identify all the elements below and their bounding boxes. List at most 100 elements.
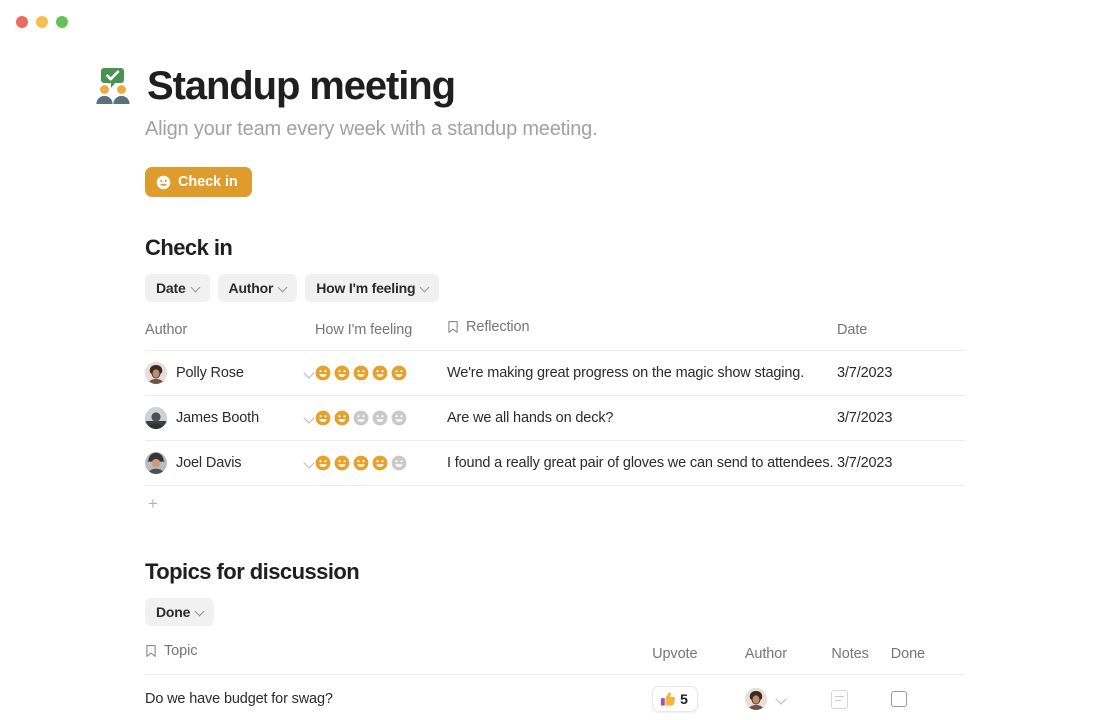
cell-date[interactable]: 3/7/2023 — [837, 440, 965, 486]
smiley-filled-icon — [334, 365, 350, 381]
cell-topic[interactable]: Do we have budget for swag? — [145, 674, 653, 720]
cell-author[interactable]: Joel Davis — [145, 440, 315, 486]
column-header-topic-author[interactable]: Author — [744, 643, 832, 675]
bookmark-icon — [145, 644, 157, 658]
cell-author[interactable]: Polly Rose — [145, 350, 315, 396]
cell-topic-author[interactable] — [744, 674, 832, 720]
avatar — [145, 407, 167, 429]
topics-table: Topic Upvote Author Notes Done Do we hav… — [145, 643, 965, 720]
avatar — [145, 362, 167, 384]
chevron-down-icon[interactable] — [304, 368, 315, 379]
column-header-topic[interactable]: Topic — [145, 643, 653, 675]
smiley-empty-icon — [372, 410, 388, 426]
smiley-filled-icon — [315, 410, 331, 426]
check-in-table: Author How I'm feeling Reflection Date P… — [145, 319, 965, 486]
filter-chip-author-label: Author — [228, 280, 274, 296]
cell-author[interactable]: James Booth — [145, 395, 315, 441]
column-header-upvote-label: Upvote — [652, 646, 698, 662]
smiley-filled-icon — [372, 455, 388, 471]
cell-date[interactable]: 3/7/2023 — [837, 350, 965, 396]
check-in-button-label: Check in — [178, 174, 238, 190]
table-row[interactable]: Polly Rose We're making great progress o… — [145, 350, 965, 396]
table-row[interactable]: Joel Davis I found a really great pair o… — [145, 440, 965, 486]
filter-chip-date-label: Date — [156, 280, 186, 296]
column-header-author[interactable]: Author — [145, 319, 315, 351]
cell-how-im-feeling[interactable] — [315, 440, 447, 486]
chevron-down-icon[interactable] — [776, 694, 787, 705]
column-header-done-label: Done — [890, 646, 926, 662]
topics-section-title: Topics for discussion — [145, 559, 360, 584]
chevron-down-icon[interactable] — [304, 413, 315, 424]
column-header-done[interactable]: Done — [890, 643, 965, 675]
column-header-author-label: Author — [145, 322, 188, 338]
check-in-section: Check in Date Author How I'm feeling Aut… — [145, 235, 972, 521]
cell-done[interactable] — [890, 674, 965, 720]
chevron-down-icon — [279, 283, 288, 292]
cell-how-im-feeling[interactable] — [315, 395, 447, 441]
filter-chip-done-label: Done — [156, 604, 191, 620]
column-header-upvote[interactable]: Upvote — [652, 643, 745, 675]
smiley-filled-icon — [315, 365, 331, 381]
column-header-notes[interactable]: Notes — [831, 643, 891, 675]
add-check-in-row-button[interactable]: + — [145, 486, 965, 521]
thumbs-up-icon — [660, 691, 676, 707]
author-name: Joel Davis — [176, 455, 242, 471]
chevron-down-icon — [421, 283, 430, 292]
window-titlebar — [0, 0, 1096, 44]
chevron-down-icon — [196, 607, 205, 616]
upvote-count: 5 — [680, 691, 688, 707]
notes-document-icon[interactable] — [831, 689, 849, 709]
topics-filter-row: Done — [145, 598, 972, 626]
avatar — [145, 452, 167, 474]
column-header-notes-label: Notes — [831, 646, 869, 662]
cell-notes[interactable] — [831, 674, 891, 720]
smiley-empty-icon — [391, 410, 407, 426]
column-header-date-label: Date — [837, 322, 868, 338]
cell-date[interactable]: 3/7/2023 — [837, 395, 965, 441]
filter-chip-how-im-feeling[interactable]: How I'm feeling — [305, 274, 440, 302]
zoom-window-button[interactable] — [56, 16, 68, 28]
close-window-button[interactable] — [16, 16, 28, 28]
done-checkbox[interactable] — [890, 691, 907, 707]
upvote-button[interactable]: 5 — [652, 686, 698, 712]
smiley-filled-icon — [372, 365, 388, 381]
filter-chip-date[interactable]: Date — [145, 274, 210, 302]
cell-upvote[interactable]: 5 — [652, 674, 745, 720]
document-header: Standup meeting — [92, 64, 972, 108]
cell-reflection[interactable]: I found a really great pair of gloves we… — [447, 440, 837, 486]
bookmark-icon — [447, 320, 459, 334]
check-in-section-title: Check in — [145, 235, 233, 260]
column-header-date[interactable]: Date — [837, 319, 965, 351]
column-header-reflection-label: Reflection — [466, 319, 530, 335]
table-row[interactable]: Do we have budget for swag? 5 — [145, 674, 965, 720]
check-in-button[interactable]: Check in — [145, 167, 252, 197]
filter-chip-how-im-feeling-label: How I'm feeling — [316, 280, 416, 296]
page-body: Standup meeting Align your team every we… — [0, 44, 1096, 720]
author-name: Polly Rose — [176, 365, 244, 381]
feeling-rating[interactable] — [315, 455, 447, 471]
check-in-table-body: Polly Rose We're making great progress o… — [145, 350, 965, 486]
table-row[interactable]: James Booth Are we all hands on deck? 3/… — [145, 395, 965, 441]
topics-section: Topics for discussion Done Topic Upvote … — [145, 559, 972, 720]
minimize-window-button[interactable] — [36, 16, 48, 28]
topics-table-body: Do we have budget for swag? 5 — [145, 674, 965, 720]
cell-reflection[interactable]: Are we all hands on deck? — [447, 395, 837, 441]
cell-reflection[interactable]: We're making great progress on the magic… — [447, 350, 837, 396]
feeling-rating[interactable] — [315, 410, 447, 426]
primary-action-row: Check in — [145, 167, 972, 197]
column-header-reflection[interactable]: Reflection — [447, 319, 837, 351]
column-header-how-im-feeling-label: How I'm feeling — [315, 322, 413, 338]
check-in-table-header: Author How I'm feeling Reflection Date — [145, 319, 965, 351]
document-content: Standup meeting Align your team every we… — [92, 64, 972, 720]
chevron-down-icon[interactable] — [304, 458, 315, 469]
smiley-filled-icon — [334, 410, 350, 426]
column-header-topic-author-label: Author — [744, 646, 787, 662]
column-header-how-im-feeling[interactable]: How I'm feeling — [315, 319, 447, 351]
feeling-rating[interactable] — [315, 365, 447, 381]
avatar — [744, 688, 767, 710]
smiley-empty-icon — [391, 455, 407, 471]
chevron-down-icon — [192, 283, 201, 292]
cell-how-im-feeling[interactable] — [315, 350, 447, 396]
filter-chip-done[interactable]: Done — [145, 598, 215, 626]
filter-chip-author[interactable]: Author — [217, 274, 298, 302]
